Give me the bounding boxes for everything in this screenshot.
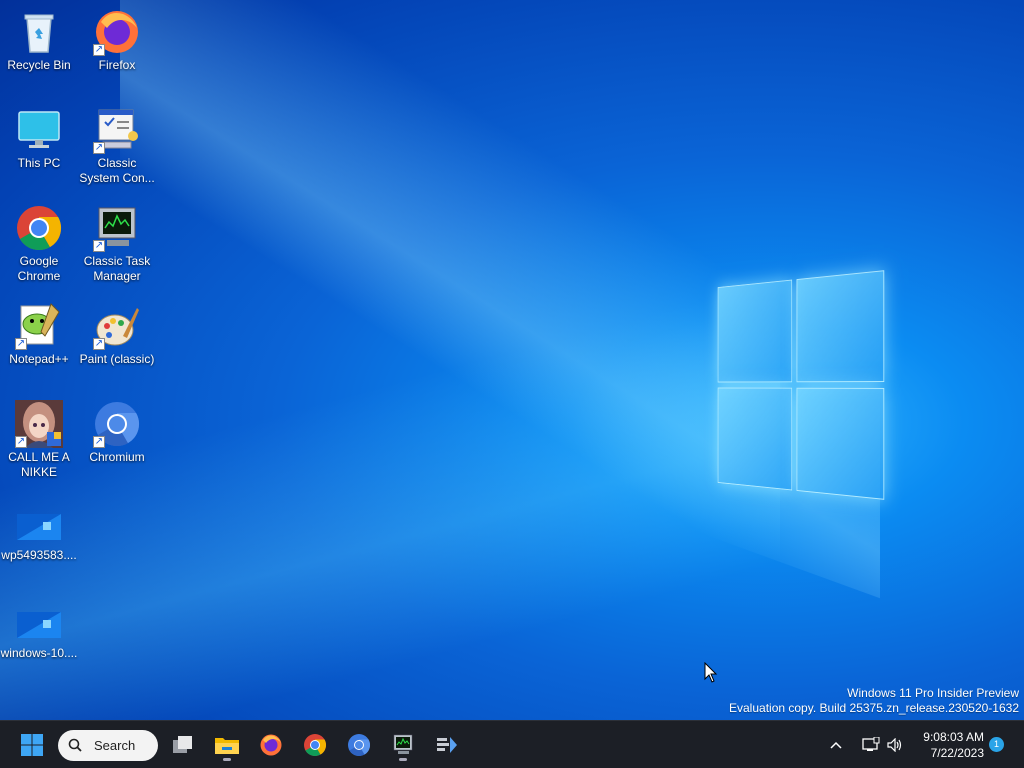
desktop-icon-notepad-plus-plus[interactable]: ↗ Notepad++: [0, 302, 78, 367]
search-label: Search: [94, 738, 135, 753]
desktop-icon-recycle-bin[interactable]: Recycle Bin: [0, 8, 78, 73]
running-indicator: [223, 758, 231, 761]
chevron-up-icon: [830, 741, 842, 749]
mouse-cursor-icon: [704, 662, 718, 684]
taskbar-chrome-button[interactable]: [297, 727, 333, 763]
taskbar-chromium-button[interactable]: [341, 727, 377, 763]
chrome-icon: [15, 204, 63, 252]
taskbar-task-manager-button[interactable]: [385, 727, 421, 763]
desktop-icon-firefox[interactable]: ↗ Firefox: [78, 8, 156, 73]
taskbar-clock[interactable]: 9:08:03 AM 7/22/2023: [908, 729, 984, 761]
notepadpp-icon: ↗: [15, 302, 63, 350]
desktop-icon-chromium[interactable]: ↗ Chromium: [78, 400, 156, 465]
desktop-icon-paint-classic[interactable]: ↗ Paint (classic): [78, 302, 156, 367]
nikke-icon: ↗: [15, 400, 63, 448]
search-icon: [68, 738, 82, 752]
taskbar-firefox-button[interactable]: [253, 727, 289, 763]
taskbar: Search 9:08:03 AM 7/22/2023: [0, 720, 1024, 768]
task-view-icon: [171, 734, 195, 756]
desktop-icon-windows-10[interactable]: windows-10....: [0, 608, 78, 661]
desktop-icon-classic-system-control[interactable]: ↗ Classic System Con...: [78, 106, 156, 186]
speaker-icon: [887, 738, 903, 752]
evaluation-watermark: Windows 11 Pro Insider Preview Evaluatio…: [729, 686, 1019, 716]
image-file-icon: [15, 510, 63, 546]
image-file-icon: [15, 608, 63, 644]
file-explorer-icon: [214, 734, 240, 756]
network-icon: [862, 737, 880, 753]
windows-logo-wallpaper: [718, 270, 886, 500]
start-icon: [20, 733, 44, 757]
desktop-icon-wp5493583[interactable]: wp5493583....: [0, 510, 78, 563]
volume-button[interactable]: [881, 727, 909, 763]
desktop-icon-call-me-a-nikke[interactable]: ↗ CALL ME A NIKKE: [0, 400, 78, 480]
watermark-edition: Windows 11 Pro Insider Preview: [729, 686, 1019, 701]
running-indicator: [399, 758, 407, 761]
clock-date: 7/22/2023: [908, 745, 984, 761]
monitor-icon: [15, 106, 63, 154]
task-manager-icon: ↗: [93, 204, 141, 252]
watermark-build: Evaluation copy. Build 25375.zn_release.…: [729, 701, 1019, 716]
desktop-icon-this-pc[interactable]: This PC: [0, 106, 78, 171]
taskbar-search-box[interactable]: Search: [58, 730, 158, 761]
chrome-icon: [303, 733, 327, 757]
firefox-icon: ↗: [93, 8, 141, 56]
desktop-icon-classic-task-manager[interactable]: ↗ Classic Task Manager: [78, 204, 156, 284]
task-view-button[interactable]: [165, 727, 201, 763]
widgets-icon: [435, 734, 459, 756]
recycle-bin-icon: [15, 8, 63, 56]
chromium-icon: ↗: [93, 400, 141, 448]
task-manager-icon: [391, 733, 415, 757]
notification-badge[interactable]: 1: [989, 737, 1004, 752]
firefox-icon: [259, 733, 283, 757]
desktop-icon-google-chrome[interactable]: Google Chrome: [0, 204, 78, 284]
clock-time: 9:08:03 AM: [908, 729, 984, 745]
control-panel-icon: ↗: [93, 106, 141, 154]
paint-icon: ↗: [93, 302, 141, 350]
show-hidden-icons-button[interactable]: [822, 727, 850, 763]
start-button[interactable]: [14, 727, 50, 763]
widgets-button[interactable]: [429, 727, 465, 763]
chromium-icon: [347, 733, 371, 757]
file-explorer-button[interactable]: [209, 727, 245, 763]
